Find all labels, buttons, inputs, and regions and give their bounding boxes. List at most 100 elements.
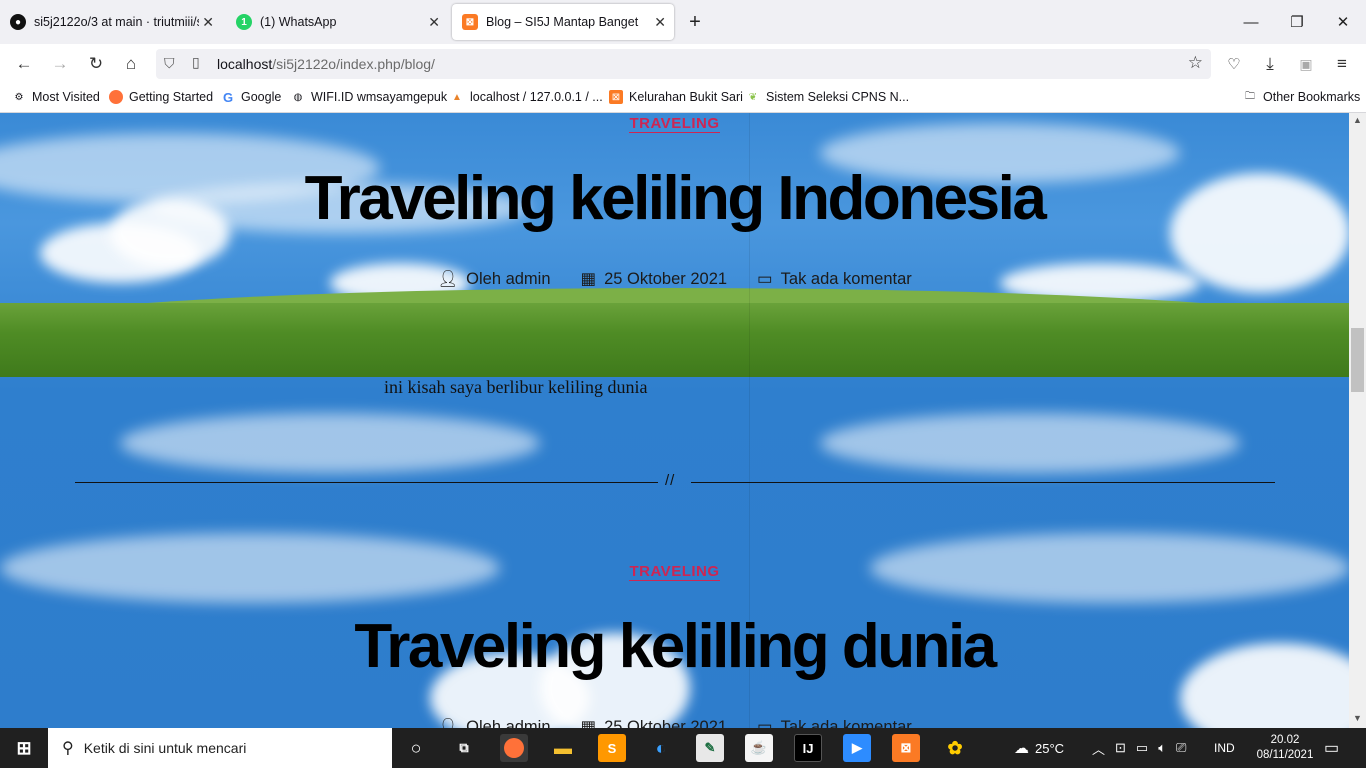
file-explorer-icon[interactable]: ▬ xyxy=(549,734,577,762)
reload-button[interactable]: ↻ xyxy=(84,52,108,76)
calendar-icon: ▦ xyxy=(580,718,597,728)
pocket-icon[interactable]: ♡ xyxy=(1222,52,1246,76)
taskbar-search[interactable]: ⚲ Ketik di sini untuk mencari xyxy=(48,728,392,768)
page-content: TRAVELING Traveling keliling Indonesia 👤… xyxy=(0,113,1349,728)
post-category[interactable]: TRAVELING xyxy=(0,563,1349,581)
close-icon[interactable]: ✕ xyxy=(428,14,440,31)
scroll-down-arrow[interactable]: ▼ xyxy=(1353,713,1362,723)
post-meta: 👤︎ Oleh admin ▦ 25 Oktober 2021 ▭ Tak ada k… xyxy=(0,269,1349,289)
shield-icon[interactable]: ⛉ xyxy=(164,55,175,72)
bookmark-cpns[interactable]: ❦ Sistem Seleksi CPNS N... xyxy=(746,90,909,104)
bookmark-label: Sistem Seleksi CPNS N... xyxy=(766,90,910,104)
bookmark-google[interactable]: G Google xyxy=(221,90,281,105)
xampp-taskbar-icon[interactable]: ⊠ xyxy=(892,734,920,762)
page-icon[interactable]: ▯ xyxy=(192,54,200,71)
minimize-button[interactable]: — xyxy=(1228,0,1274,44)
post-title[interactable]: Traveling keliling Indonesia xyxy=(0,163,1349,234)
xampp-icon: ⊠ xyxy=(462,14,478,30)
display-icon[interactable]: ⎚ xyxy=(1176,740,1186,756)
edge-icon[interactable]: ◐ xyxy=(647,734,675,762)
post-author[interactable]: 👤︎ Oleh admin xyxy=(437,717,550,729)
comments-link[interactable]: Tak ada komentar xyxy=(781,270,912,289)
other-bookmarks[interactable]: 🗀 Other Bookmarks xyxy=(1243,90,1360,104)
post-category[interactable]: TRAVELING xyxy=(0,115,1349,133)
zoom-icon[interactable]: ▶ xyxy=(843,734,871,762)
post-title[interactable]: Traveling kelilling dunia xyxy=(0,611,1349,682)
comments-link[interactable]: Tak ada komentar xyxy=(781,718,912,729)
separator-mark: // xyxy=(665,472,676,489)
sublime-icon[interactable]: S xyxy=(598,734,626,762)
url-text[interactable]: localhost/si5j2122o/index.php/blog/ xyxy=(217,56,435,72)
category-link[interactable]: TRAVELING xyxy=(629,115,720,133)
comment-icon: ▭ xyxy=(757,718,773,728)
chevron-up-icon[interactable]: ︿ xyxy=(1092,739,1105,758)
tab-label: si5j2122o/3 at main · triutmiii/sі xyxy=(34,15,199,29)
search-icon: ⚲ xyxy=(62,740,74,757)
clock-time: 20.02 xyxy=(1270,734,1300,746)
xampp-icon: ⊠ xyxy=(609,90,623,104)
category-link[interactable]: TRAVELING xyxy=(629,563,720,581)
close-window-button[interactable]: ✕ xyxy=(1320,0,1366,44)
forward-button[interactable]: → xyxy=(48,52,72,76)
download-icon[interactable]: ⤓ xyxy=(1258,52,1282,76)
bookmark-getting-started[interactable]: Getting Started xyxy=(109,90,213,104)
task-view-icon[interactable]: ⧉ xyxy=(450,734,478,762)
tab-whatsapp[interactable]: 1 (1) WhatsApp ✕ xyxy=(226,4,448,40)
extension-icon[interactable]: ▣ xyxy=(1294,52,1318,76)
battery-icon[interactable]: ▭ xyxy=(1136,740,1148,756)
notification-icon[interactable]: ▭ xyxy=(1324,728,1339,768)
bookmark-star-icon[interactable]: ☆ xyxy=(1188,53,1203,73)
url-path: /si5j2122o/index.php/blog/ xyxy=(272,56,435,72)
system-tray-icons[interactable]: ︿ ⊡ ▭ 🔈︎ ⎚ xyxy=(1092,728,1186,768)
bookmark-label: WIFI.ID wmsayamgepuk xyxy=(311,90,448,104)
search-placeholder: Ketik di sini untuk mencari xyxy=(83,740,247,756)
scroll-up-arrow[interactable]: ▲ xyxy=(1353,115,1362,125)
windows-start-icon[interactable]: ⊞ xyxy=(10,734,38,762)
tab-blog[interactable]: ⊠ Blog – SI5J Mantap Banget ✕ xyxy=(452,4,674,40)
notepad-icon[interactable]: ✎ xyxy=(696,734,724,762)
volume-icon[interactable]: 🔈︎ xyxy=(1158,740,1166,756)
paint-icon[interactable]: ✿ xyxy=(941,734,969,762)
tab-strip: ● si5j2122o/3 at main · triutmiii/sі ✕ 1… xyxy=(0,0,1366,44)
java-icon[interactable]: ☕ xyxy=(745,734,773,762)
intellij-icon[interactable]: IJ xyxy=(794,734,822,762)
bookmark-wifi[interactable]: ◍ WIFI.ID wmsayamgepuk xyxy=(291,90,448,104)
bookmark-most-visited[interactable]: ⚙ Most Visited xyxy=(12,90,100,104)
cloud-icon: ☁ xyxy=(1014,740,1029,757)
close-icon[interactable]: ✕ xyxy=(202,14,214,31)
network-icon[interactable]: ⊡ xyxy=(1115,740,1126,756)
firefox-taskbar-icon[interactable] xyxy=(500,734,528,762)
home-button[interactable]: ⌂ xyxy=(119,52,143,76)
weather-temp: 25°C xyxy=(1035,740,1065,756)
weather-widget[interactable]: ☁ 25°C xyxy=(1014,728,1064,768)
author-link[interactable]: Oleh admin xyxy=(466,270,550,289)
new-tab-button[interactable]: + xyxy=(680,0,710,44)
date-link[interactable]: 25 Oktober 2021 xyxy=(604,718,727,729)
clock[interactable]: 20.02 08/11/2021 xyxy=(1250,728,1320,768)
post-comments[interactable]: ▭ Tak ada komentar xyxy=(757,717,912,729)
scroll-thumb[interactable] xyxy=(1351,328,1364,392)
back-button[interactable]: ← xyxy=(12,52,36,76)
language-indicator[interactable]: IND xyxy=(1214,728,1235,768)
vertical-scrollbar[interactable]: ▲ ▼ xyxy=(1349,113,1366,728)
tab-github[interactable]: ● si5j2122o/3 at main · triutmiii/sі ✕ xyxy=(0,4,222,40)
gear-icon: ⚙ xyxy=(14,91,24,103)
date-link[interactable]: 25 Oktober 2021 xyxy=(604,270,727,289)
post-date[interactable]: ▦ 25 Oktober 2021 xyxy=(580,717,728,729)
whatsapp-icon: 1 xyxy=(236,14,252,30)
close-icon[interactable]: ✕ xyxy=(654,14,666,31)
bookmark-kelurahan[interactable]: ⊠ Kelurahan Bukit Sari xyxy=(609,90,743,104)
bookmark-label: Most Visited xyxy=(32,90,100,104)
folder-icon: 🗀 xyxy=(1245,90,1255,102)
bookmark-phpmyadmin[interactable]: ▲ localhost / 127.0.0.1 / ... xyxy=(450,90,603,104)
address-bar[interactable]: ⛉ ▯ localhost/si5j2122o/index.php/blog/ … xyxy=(156,49,1211,79)
bookmark-label: Getting Started xyxy=(129,90,214,104)
author-link[interactable]: Oleh admin xyxy=(466,718,550,729)
url-host: localhost xyxy=(217,56,273,72)
menu-icon[interactable]: ≡ xyxy=(1330,52,1354,76)
restore-button[interactable]: ❐ xyxy=(1274,0,1320,44)
post-comments[interactable]: ▭ Tak ada komentar xyxy=(757,269,912,289)
post-author[interactable]: 👤︎ Oleh admin xyxy=(437,269,550,289)
cortana-icon[interactable]: ○ xyxy=(402,734,430,762)
post-date[interactable]: ▦ 25 Oktober 2021 xyxy=(581,269,728,289)
